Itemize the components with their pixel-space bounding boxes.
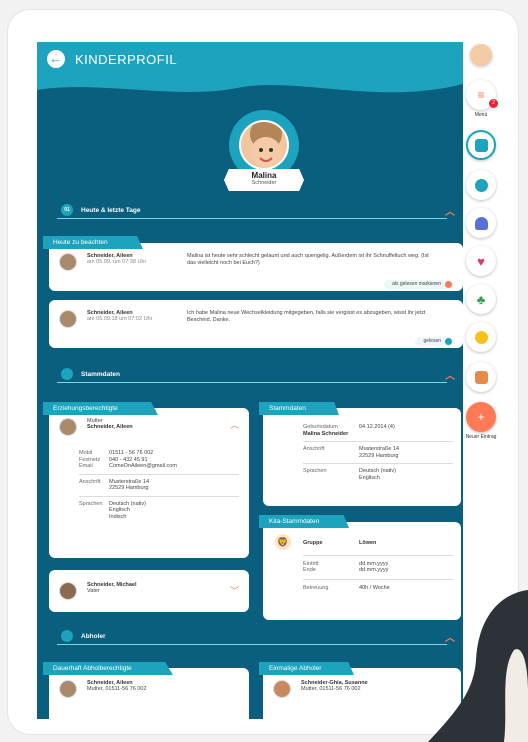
new-entry-button[interactable]: +	[466, 402, 496, 432]
menu-label: Menü	[474, 112, 488, 118]
child-nametag: Malina Schneider	[224, 169, 304, 191]
guardian-role: Vater	[87, 588, 100, 594]
nav-health[interactable]: ♥	[466, 246, 496, 276]
clover-icon: ♣	[476, 291, 486, 307]
avatar	[59, 582, 77, 600]
message-time: am 05.09.18 um 07:02 Uhr	[87, 316, 153, 322]
chevron-down-icon[interactable]: ﹀	[230, 584, 239, 597]
section-today-title: Heute & letzte Tage	[81, 206, 141, 214]
menu-button[interactable]: ≡ 2	[466, 80, 498, 110]
section-master-header[interactable]: Stammdaten ︿	[37, 365, 463, 383]
pickup-detail: Mutter, 01511-56 76 002	[87, 686, 147, 692]
nav-sleep[interactable]	[466, 208, 496, 238]
pickup-detail: Mutter, 01511-56 76 002	[301, 686, 361, 692]
notification-badge: 2	[489, 99, 498, 108]
globe-icon	[61, 630, 73, 642]
unread-dot-icon	[445, 281, 452, 288]
avatar	[59, 310, 77, 328]
child-surname: Schneider	[251, 180, 277, 186]
pickup-once-ribbon: Einmalige Abholer	[259, 662, 354, 675]
avatar	[273, 680, 291, 698]
globe-icon	[61, 368, 73, 380]
back-arrow-icon[interactable]: ←	[47, 50, 65, 68]
guardian-card: Mutter Schneider, Aileen ︿ Mobil 01511 - …	[49, 408, 249, 558]
child-name: Malina	[251, 171, 277, 180]
today-ribbon: Heute zu beachten	[43, 236, 143, 249]
nav-profile[interactable]	[466, 130, 496, 160]
master-ribbon: Stammdaten	[259, 402, 339, 415]
message-text: Malina ist heute sehr schlecht gelaunt u…	[187, 253, 429, 266]
avatar	[59, 253, 77, 271]
calendar-icon: 01	[61, 204, 73, 216]
moon-icon	[474, 330, 488, 344]
app-content: Malina Schneider 01 Heute & letzte Tage …	[37, 42, 463, 719]
section-today-header[interactable]: 01 Heute & letzte Tage ︿	[37, 201, 463, 219]
message-card: Schneider, Aileen am 05.09. um 07:38 Uhr…	[49, 243, 463, 291]
user-avatar[interactable]	[470, 44, 492, 66]
nav-nature[interactable]: ♣	[466, 284, 496, 314]
guardian-card-collapsed[interactable]: Schneider, Michael Vater ﹀	[49, 570, 249, 612]
chevron-up-icon[interactable]: ︿	[230, 418, 239, 431]
heart-icon: ♥	[477, 253, 485, 269]
section-pickup-header[interactable]: Abholer ︿	[37, 627, 463, 645]
bed-icon	[474, 216, 488, 230]
section-pickup-title: Abholer	[81, 632, 106, 640]
new-entry-label: Neuer Eintrag	[465, 434, 497, 440]
top-bar: ← KINDERPROFIL	[37, 42, 463, 76]
chevron-up-icon[interactable]: ︿	[445, 203, 455, 218]
message-card: Schneider, Aileen am 05.09.18 um 07:02 U…	[49, 300, 463, 348]
master-card: Geburtsdatum 04.12.2014 (4) Malina Schnei…	[263, 408, 461, 506]
circle-icon	[474, 178, 488, 192]
message-time: am 05.09. um 07:38 Uhr	[87, 259, 147, 265]
mark-read-button[interactable]: als gelesen markieren	[384, 280, 453, 289]
profile-icon	[474, 138, 488, 152]
pickup-permanent-ribbon: Dauerhaft Abholberechtigte	[43, 662, 173, 675]
avatar	[59, 418, 77, 436]
kita-ribbon: Kita-Stammdaten	[259, 515, 349, 528]
read-status[interactable]: gelesen	[415, 337, 453, 346]
guardians-ribbon: Erziehungsberechtigte	[43, 402, 158, 415]
mark-read-label: als gelesen markieren	[392, 281, 441, 287]
chevron-up-icon[interactable]: ︿	[445, 367, 455, 382]
read-label: gelesen	[423, 338, 441, 344]
thumbs-up-icon	[474, 370, 488, 384]
message-text: Ich habe Malina neue Wechselkleidung mit…	[187, 310, 426, 323]
nav-rating[interactable]	[466, 362, 496, 392]
nav-night[interactable]	[466, 322, 496, 352]
page-title: KINDERPROFIL	[75, 51, 178, 67]
hamburger-icon: ≡	[477, 88, 485, 102]
child-avatar	[239, 120, 289, 170]
lion-icon: 🦁	[275, 534, 291, 550]
email-link[interactable]: ComeOnAileen@gmail.com	[109, 463, 177, 470]
pickup-card: Schneider, Aileen Mutter, 01511-56 76 00…	[49, 668, 249, 719]
section-master-title: Stammdaten	[81, 370, 121, 378]
header-wave	[37, 76, 463, 93]
person-silhouette-decoration	[428, 590, 528, 742]
read-dot-icon	[445, 338, 452, 345]
plus-icon: +	[477, 410, 485, 424]
guardian-name: Schneider, Aileen	[87, 424, 133, 430]
nav-activity[interactable]	[466, 170, 496, 200]
child-full-name: Malina Schneider	[303, 430, 349, 437]
avatar	[59, 680, 77, 698]
